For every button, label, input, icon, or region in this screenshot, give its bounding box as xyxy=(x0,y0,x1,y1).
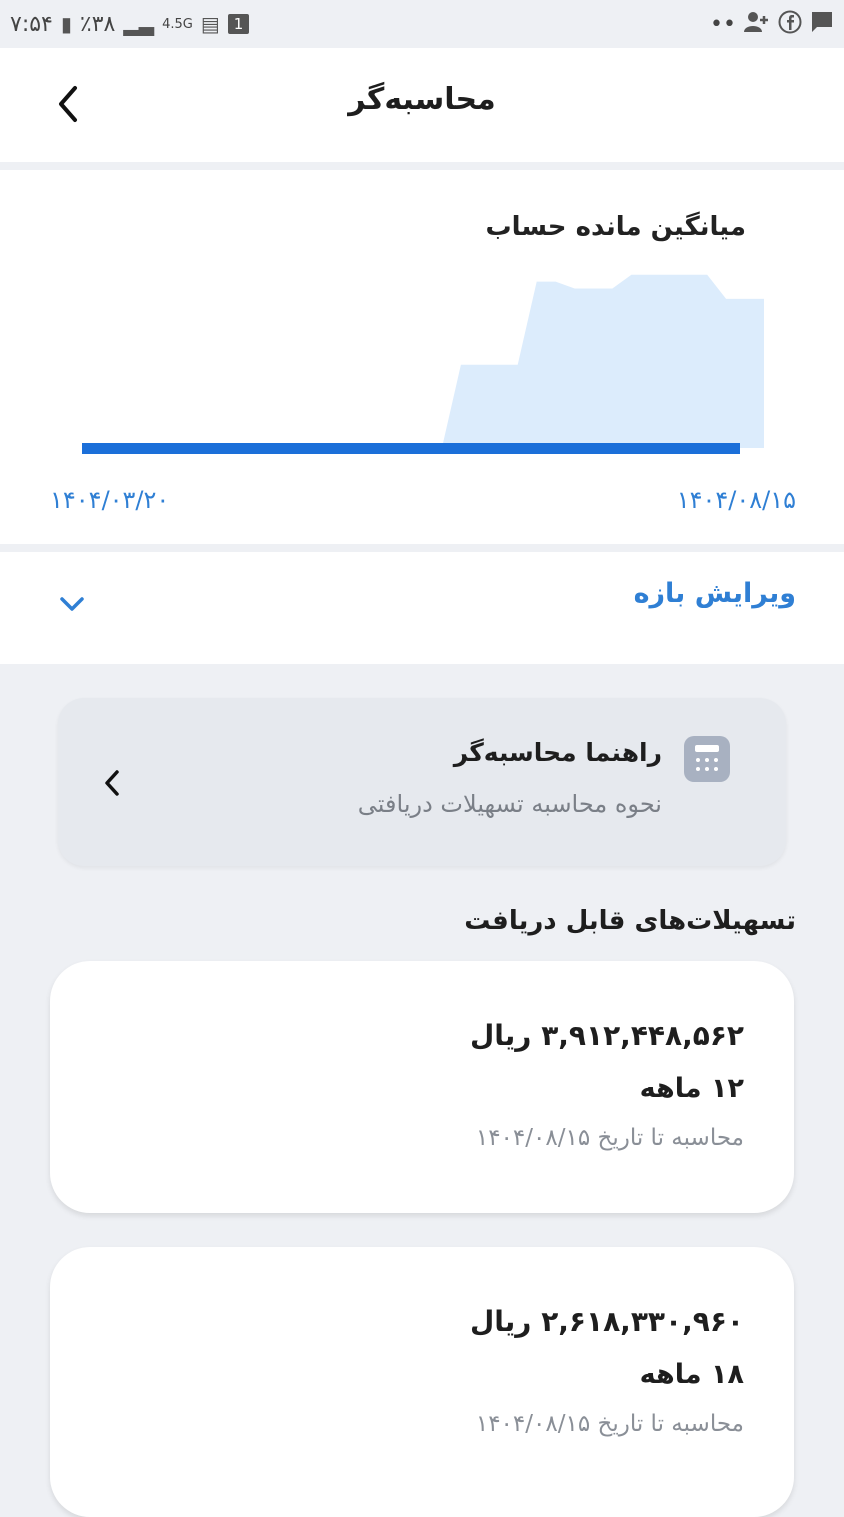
edit-range-row[interactable]: ویرایش بازه xyxy=(0,552,844,664)
chevron-left-icon xyxy=(59,86,77,122)
loan-amount: ۲,۶۱۸,۳۳۰,۹۶۰ ریال xyxy=(469,1305,744,1338)
status-right: •• xyxy=(710,10,834,39)
loan-amount: ۳,۹۱۲,۴۴۸,۵۶۲ ریال xyxy=(469,1019,744,1052)
loan-calc-date: محاسبه تا تاریخ ۱۴۰۴/۰۸/۱۵ xyxy=(475,1125,744,1151)
loans-section-title: تسهیلات‌های قابل دریافت xyxy=(464,906,796,936)
battery-percent: ٪۳۸ xyxy=(79,11,116,37)
loan-offer-card[interactable]: ۲,۶۱۸,۳۳۰,۹۶۰ ریال ۱۸ ماهه محاسبه تا تار… xyxy=(50,1247,794,1517)
chevron-left-icon xyxy=(105,770,119,796)
calculator-guide-card[interactable]: راهنما محاسبه‌گر نحوه محاسبه تسهیلات دری… xyxy=(58,698,786,866)
battery-icon: ▮ xyxy=(60,12,72,36)
signal-box-icon: ▤ xyxy=(200,12,220,36)
message-icon xyxy=(810,10,834,39)
loan-offer-card[interactable]: ۳,۹۱۲,۴۴۸,۵۶۲ ریال ۱۲ ماهه محاسبه تا تار… xyxy=(50,961,794,1213)
app-bar: محاسبه‌گر xyxy=(0,48,844,162)
network-type: 4.5G xyxy=(162,16,193,32)
back-button[interactable] xyxy=(46,82,90,126)
guide-subtitle: نحوه محاسبه تسهیلات دریافتی xyxy=(357,790,662,818)
signal-icon: ▂▃ xyxy=(123,12,155,36)
chevron-down-icon xyxy=(60,597,84,611)
loan-term: ۱۲ ماهه xyxy=(639,1073,744,1104)
chart-baseline xyxy=(82,443,740,454)
calculator-icon xyxy=(684,736,730,782)
status-dots: •• xyxy=(710,11,736,37)
add-contact-icon xyxy=(744,10,770,39)
page-title: محاسبه‌گر xyxy=(348,82,496,117)
status-bar: ۷:۵۴ ▮ ٪۳۸ ▂▃ 4.5G ▤ 1 •• xyxy=(0,0,844,48)
loan-term: ۱۸ ماهه xyxy=(639,1359,744,1390)
chart-x-label-end: ۱۴۰۴/۰۸/۱۵ xyxy=(676,486,796,514)
sim-badge: 1 xyxy=(227,14,250,34)
chart-x-label-start: ۱۴۰۴/۰۳/۲۰ xyxy=(50,486,170,514)
facebook-icon xyxy=(778,10,802,39)
balance-chart-card: میانگین مانده حساب ۱۴۰۴/۰۳/۲۰ ۱۴۰۴/۰۸/۱۵ xyxy=(0,170,844,544)
chart-area-series xyxy=(82,274,764,448)
guide-title: راهنما محاسبه‌گر xyxy=(453,738,662,767)
status-left: ۷:۵۴ ▮ ٪۳۸ ▂▃ 4.5G ▤ 1 xyxy=(10,11,250,37)
edit-range-label: ویرایش بازه xyxy=(633,578,796,609)
loan-calc-date: محاسبه تا تاریخ ۱۴۰۴/۰۸/۱۵ xyxy=(475,1411,744,1437)
status-time: ۷:۵۴ xyxy=(10,11,53,37)
